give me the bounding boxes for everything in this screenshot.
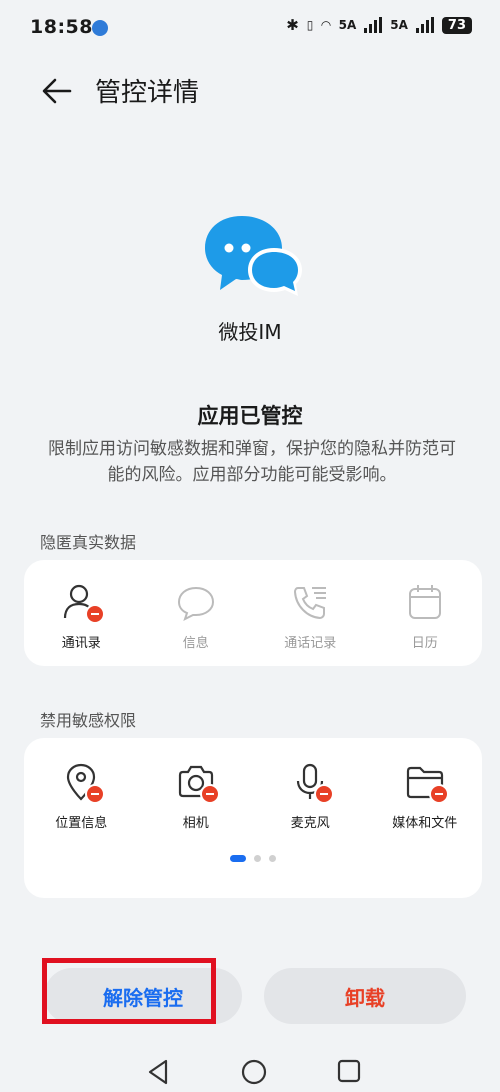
globe-icon	[92, 20, 108, 36]
contacts-icon	[61, 582, 106, 624]
hidden-item-contacts[interactable]: 通讯录	[24, 582, 139, 651]
hidden-item-label: 通话记录	[284, 636, 337, 651]
calendar-icon	[405, 582, 445, 622]
hidden-item-label: 通讯录	[61, 636, 101, 651]
battery-icon: 73	[441, 16, 472, 34]
permission-item-label: 媒体和文件	[392, 816, 458, 831]
microphone-icon	[290, 762, 335, 804]
hidden-data-card: 通讯录 信息 通话记录 日历	[24, 560, 482, 666]
folder-icon	[405, 762, 449, 804]
network-label-2: 5A	[390, 18, 408, 32]
nav-home-icon[interactable]	[240, 1058, 268, 1090]
permission-item-label: 相机	[182, 816, 209, 831]
call-log-icon	[290, 582, 330, 622]
blocked-badge	[85, 784, 106, 804]
signal-icon	[364, 17, 383, 33]
highlight-box	[42, 958, 216, 1024]
blocked-badge	[314, 784, 335, 804]
page-indicator[interactable]	[24, 855, 482, 862]
wifi-icon: ◠	[321, 18, 331, 32]
location-icon	[61, 762, 106, 804]
nav-back-icon[interactable]	[146, 1058, 170, 1090]
permission-item-label: 麦克风	[290, 816, 330, 831]
nav-recents-icon[interactable]	[336, 1058, 362, 1088]
hidden-badge	[85, 604, 106, 624]
message-icon	[176, 582, 216, 622]
permission-item-location[interactable]: 位置信息	[24, 762, 139, 831]
status-description: 限制应用访问敏感数据和弹窗，保护您的隐私并防范可能的风险。应用部分功能可能受影响…	[48, 439, 456, 485]
hidden-item-label: 信息	[182, 636, 209, 651]
blocked-badge	[428, 784, 449, 804]
uninstall-button[interactable]: 卸载	[264, 968, 466, 1024]
hidden-item-message[interactable]: 信息	[139, 582, 254, 651]
page-dot-active[interactable]	[230, 855, 246, 862]
status-time: 18:58	[30, 16, 93, 38]
permission-item-label: 位置信息	[55, 816, 108, 831]
section-label-hidden-data: 隐匿真实数据	[40, 533, 137, 552]
restricted-card: 位置信息 相机 麦克风 媒体和文件	[24, 738, 482, 898]
hidden-item-call-log[interactable]: 通话记录	[253, 582, 368, 651]
network-label-1: 5A	[338, 18, 357, 32]
section-label-restricted: 禁用敏感权限	[40, 711, 137, 730]
status-title: 应用已管控	[197, 404, 303, 428]
permission-item-microphone[interactable]: 麦克风	[253, 762, 368, 831]
permission-item-camera[interactable]: 相机	[139, 762, 254, 831]
page-dot[interactable]	[254, 855, 261, 862]
camera-icon	[176, 762, 220, 804]
hidden-item-label: 日历	[411, 636, 438, 651]
permission-item-media-files[interactable]: 媒体和文件	[368, 762, 483, 831]
back-arrow-icon[interactable]	[40, 74, 74, 108]
app-chat-icon	[202, 212, 304, 296]
hidden-item-calendar[interactable]: 日历	[368, 582, 483, 651]
page-dot[interactable]	[269, 855, 276, 862]
app-name: 微投IM	[218, 320, 282, 344]
status-icons: ✱ ▯ ◠ 5A 5A 73	[286, 16, 472, 34]
blocked-badge	[199, 784, 220, 804]
vibrate-icon: ▯	[306, 18, 314, 32]
page-title: 管控详情	[95, 78, 200, 108]
bluetooth-icon: ✱	[286, 16, 299, 34]
signal-icon-2	[415, 17, 434, 33]
